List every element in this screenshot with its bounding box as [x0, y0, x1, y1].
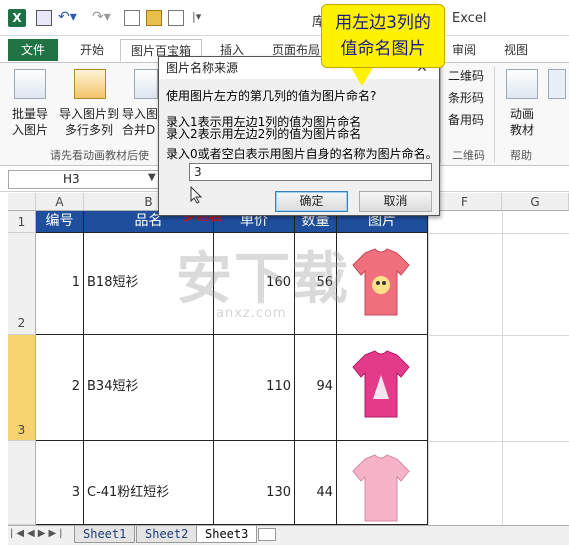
batch-import-label-1: 批量导: [11, 107, 48, 121]
tutorial-icon: [506, 69, 538, 99]
ok-button[interactable]: 确定: [275, 191, 348, 212]
cell-qty[interactable]: 94: [295, 335, 337, 441]
row-header-2[interactable]: 2: [8, 233, 36, 335]
undo-icon[interactable]: ↶▾: [58, 9, 77, 25]
ribbon-divider: [440, 67, 441, 163]
ribbon-divider: [494, 67, 495, 163]
merge-image-icon: [134, 69, 158, 99]
import-merge-label-1: 导入图: [122, 107, 159, 121]
gridline: [428, 233, 569, 234]
window-title-app: Excel: [452, 11, 487, 26]
cropped-ribbon-icon[interactable]: [548, 69, 566, 99]
row-header-4[interactable]: [8, 441, 36, 525]
sheet-tab-3[interactable]: Sheet3: [196, 526, 258, 543]
row-header-1[interactable]: 1: [8, 211, 36, 233]
select-all-corner[interactable]: [8, 193, 36, 211]
print-preview-icon[interactable]: [168, 10, 184, 26]
tab-file[interactable]: 文件: [8, 39, 58, 61]
cell-name[interactable]: C-41粉红短衫: [84, 441, 214, 525]
tutorial-label-1: 动画: [509, 107, 534, 121]
cancel-button[interactable]: 取消: [359, 191, 432, 212]
gridline: [428, 211, 429, 525]
sheet-tab-bar: |◀◀▶▶| Sheet1 Sheet2 Sheet3: [8, 525, 569, 545]
cell-price[interactable]: 110: [214, 335, 295, 441]
tab-view[interactable]: 视图: [494, 39, 538, 61]
cell-name[interactable]: B34短衫: [84, 335, 214, 441]
callout-line-1: 用左边3列的: [335, 13, 431, 33]
light-pink-tshirt-image[interactable]: [351, 453, 411, 523]
save-icon[interactable]: [36, 10, 52, 26]
cell-qty[interactable]: 44: [295, 441, 337, 525]
name-box-dropdown-icon[interactable]: ▼: [148, 172, 156, 183]
animation-tutorial-button[interactable]: 动画 教材: [500, 67, 544, 139]
redo-icon[interactable]: ↷▾: [92, 9, 111, 25]
watermark-logo: 安下载: [176, 247, 350, 312]
excel-logo-icon[interactable]: X: [8, 9, 26, 27]
dialog-hint-3: 录入0或者空白表示用图片自身的名称为图片命名。: [166, 147, 438, 161]
header-cell-id[interactable]: 编号: [36, 211, 84, 233]
table-grid-icon: [14, 69, 46, 99]
group-label-help: 帮助: [510, 149, 532, 162]
sheet-tab-1[interactable]: Sheet1: [74, 526, 136, 543]
group-label-qrcode: 二维码: [452, 149, 485, 162]
tab-home[interactable]: 开始: [70, 39, 114, 61]
cell-picture[interactable]: [337, 233, 428, 335]
customize-qat-icon[interactable]: |▾: [192, 10, 201, 23]
cell-price[interactable]: 130: [214, 441, 295, 525]
mouse-cursor-icon: [190, 186, 202, 204]
gridline: [502, 211, 503, 525]
cell-picture[interactable]: [337, 335, 428, 441]
backup-code-button[interactable]: 备用码: [448, 113, 484, 128]
title-bar: X ↶▾ ↷▾ |▾ 库 Excel: [0, 0, 569, 36]
batch-import-button[interactable]: 批量导 入图片: [0, 67, 60, 139]
new-file-icon[interactable]: [124, 10, 140, 26]
cell-id[interactable]: 3: [36, 441, 84, 525]
callout-pointer: [350, 66, 374, 86]
insert-sheet-icon[interactable]: [258, 528, 276, 541]
col-header-a[interactable]: A: [36, 193, 84, 211]
callout-line-2: 值命名图片: [340, 39, 426, 59]
pink-tshirt-image[interactable]: [351, 247, 411, 317]
barcode-button[interactable]: 条形码: [448, 91, 484, 106]
open-folder-icon[interactable]: [146, 10, 162, 26]
cell-id[interactable]: 1: [36, 233, 84, 335]
tutorial-label-2: 教材: [509, 123, 534, 137]
sheet-nav-arrows-icon[interactable]: |◀◀▶▶|: [10, 528, 66, 539]
import-multi-row-button[interactable]: 导入图片到 多行多列: [56, 67, 122, 139]
watermark-url: anxz.com: [216, 306, 287, 321]
group-label-import: 请先看动画教材后使: [50, 149, 149, 162]
tab-review[interactable]: 审阅: [442, 39, 486, 61]
image-grid-icon: [74, 69, 106, 99]
import-multi-label-2: 多行多列: [64, 123, 113, 137]
callout-bubble: 用左边3列的 值命名图片: [321, 4, 445, 68]
batch-import-label-2: 入图片: [11, 123, 48, 137]
cell-picture[interactable]: [337, 441, 428, 525]
dialog-question: 使用图片左方的第几列的值为图片命名?: [166, 89, 377, 103]
col-header-g[interactable]: G: [502, 193, 569, 211]
qrcode-button[interactable]: 二维码: [448, 69, 484, 84]
row-header-3[interactable]: 3: [8, 335, 36, 441]
import-merge-button[interactable]: 导入图 合并D: [122, 67, 162, 139]
cell-id[interactable]: 2: [36, 335, 84, 441]
name-box[interactable]: H3: [8, 170, 162, 189]
import-merge-label-2: 合并D: [122, 123, 156, 137]
magenta-tshirt-image[interactable]: [351, 349, 411, 419]
import-multi-label-1: 导入图片到: [58, 107, 119, 121]
sheet-tab-2[interactable]: Sheet2: [136, 526, 198, 543]
gridline: [428, 335, 569, 336]
gridline: [428, 441, 569, 442]
column-number-input[interactable]: 3: [189, 163, 432, 181]
dialog-hint-2: 录入2表示用左边2列的值为图片命名: [166, 127, 362, 141]
